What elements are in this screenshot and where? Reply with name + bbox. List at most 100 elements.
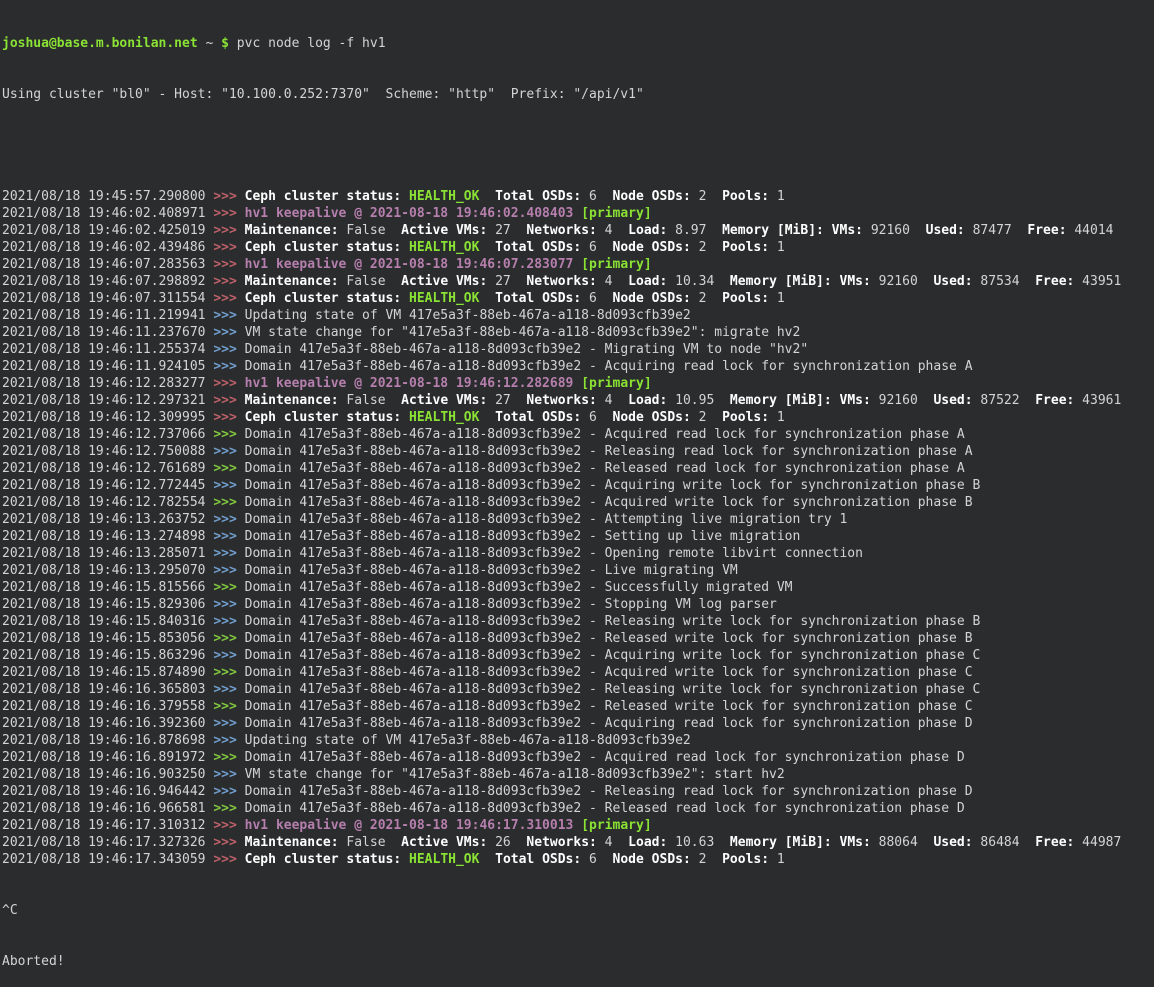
log-text-segment: [primary] xyxy=(581,257,651,272)
prompt-user-host: joshua@base.m.bonilan.net xyxy=(2,36,198,51)
log-text-segment: Node OSDs: xyxy=(597,240,691,255)
log-text-segment: Node OSDs: xyxy=(597,189,691,204)
log-text-segment: Node OSDs: xyxy=(597,852,691,867)
log-text-segment: 27 xyxy=(487,223,510,238)
cluster-info-text: Using cluster "bl0" - Host: "10.100.0.25… xyxy=(2,87,644,102)
log-text-segment: 10.95 xyxy=(667,393,714,408)
log-text-segment: 92160 xyxy=(863,223,910,238)
log-text-segment: Networks: xyxy=(511,835,597,850)
log-timestamp: 2021/08/18 19:46:16.903250 xyxy=(2,767,213,782)
log-text-segment: Networks: xyxy=(511,393,597,408)
log-text-segment: Domain 417e5a3f-88eb-467a-a118-8d093cfb3… xyxy=(245,512,848,527)
terminal-window: joshua@base.m.bonilan.net ~ $ pvc node l… xyxy=(0,0,1154,774)
log-marker-chevrons-icon: >>> xyxy=(213,665,244,680)
log-text-segment xyxy=(573,818,581,833)
log-text-segment: Node OSDs: xyxy=(597,410,691,425)
log-marker-chevrons-icon: >>> xyxy=(213,733,244,748)
log-marker-chevrons-icon: >>> xyxy=(213,223,244,238)
log-timestamp: 2021/08/18 19:46:16.966581 xyxy=(2,801,213,816)
log-text-segment: 1 xyxy=(769,410,785,425)
log-timestamp: 2021/08/18 19:46:11.237670 xyxy=(2,325,213,340)
log-text-segment: 1 xyxy=(769,189,785,204)
log-timestamp: 2021/08/18 19:46:12.761689 xyxy=(2,461,213,476)
log-line: 2021/08/18 19:46:02.408971 >>> hv1 keepa… xyxy=(2,205,1154,222)
log-text-segment: 2 xyxy=(691,291,707,306)
log-text-segment: 1 xyxy=(769,291,785,306)
log-text-segment: Used: xyxy=(918,274,973,289)
log-text-segment: Domain 417e5a3f-88eb-467a-a118-8d093cfb3… xyxy=(245,427,965,442)
log-marker-chevrons-icon: >>> xyxy=(213,835,244,850)
log-timestamp: 2021/08/18 19:46:15.874890 xyxy=(2,665,213,680)
log-marker-chevrons-icon: >>> xyxy=(213,291,244,306)
log-text-segment: 27 xyxy=(487,393,510,408)
log-text-segment: [primary] xyxy=(581,818,651,833)
interrupt-line: ^C xyxy=(2,902,1154,919)
log-timestamp: 2021/08/18 19:46:17.327326 xyxy=(2,835,213,850)
log-text-segment: Domain 417e5a3f-88eb-467a-a118-8d093cfb3… xyxy=(245,580,793,595)
log-line: 2021/08/18 19:46:12.737066 >>> Domain 41… xyxy=(2,426,1154,443)
log-marker-chevrons-icon: >>> xyxy=(213,376,244,391)
log-text-segment: [primary] xyxy=(581,206,651,221)
log-text-segment: Domain 417e5a3f-88eb-467a-a118-8d093cfb3… xyxy=(245,716,973,731)
log-marker-chevrons-icon: >>> xyxy=(213,206,244,221)
log-text-segment: Load: xyxy=(613,393,668,408)
log-timestamp: 2021/08/18 19:46:02.408971 xyxy=(2,206,213,221)
log-line: 2021/08/18 19:46:16.891972 >>> Domain 41… xyxy=(2,749,1154,766)
log-timestamp: 2021/08/18 19:46:13.295070 xyxy=(2,563,213,578)
log-text-segment: Maintenance: xyxy=(245,274,339,289)
log-line: 2021/08/18 19:45:57.290800 >>> Ceph clus… xyxy=(2,188,1154,205)
log-text-segment: hv1 keepalive @ 2021-08-18 19:46:17.3100… xyxy=(245,818,574,833)
log-line: 2021/08/18 19:46:13.285071 >>> Domain 41… xyxy=(2,545,1154,562)
log-line: 2021/08/18 19:46:02.439486 >>> Ceph clus… xyxy=(2,239,1154,256)
log-marker-chevrons-icon: >>> xyxy=(213,631,244,646)
log-text-segment: Ceph cluster status: xyxy=(245,410,402,425)
log-text-segment: hv1 keepalive @ 2021-08-18 19:46:07.2830… xyxy=(245,257,574,272)
log-text-segment: 43951 xyxy=(1074,274,1121,289)
log-text-segment: Total OSDs: xyxy=(479,189,581,204)
log-text-segment: 8.97 xyxy=(667,223,706,238)
log-text-segment: 10.34 xyxy=(667,274,714,289)
log-text-segment: VM state change for "417e5a3f-88eb-467a-… xyxy=(245,767,785,782)
log-marker-chevrons-icon: >>> xyxy=(213,767,244,782)
log-marker-chevrons-icon: >>> xyxy=(213,393,244,408)
log-text-segment: 4 xyxy=(597,274,613,289)
log-marker-chevrons-icon: >>> xyxy=(213,563,244,578)
log-text-segment: Maintenance: xyxy=(245,393,339,408)
log-text-segment: [primary] xyxy=(581,376,651,391)
log-text-segment: Networks: xyxy=(511,223,597,238)
log-line: 2021/08/18 19:46:11.924105 >>> Domain 41… xyxy=(2,358,1154,375)
log-text-segment: Memory [MiB]: VMs: xyxy=(714,393,871,408)
log-timestamp: 2021/08/18 19:46:15.829306 xyxy=(2,597,213,612)
log-text-segment: Active VMs: xyxy=(386,835,488,850)
log-timestamp: 2021/08/18 19:46:07.283563 xyxy=(2,257,213,272)
log-text-segment: 6 xyxy=(581,189,597,204)
log-line: 2021/08/18 19:46:15.840316 >>> Domain 41… xyxy=(2,613,1154,630)
log-timestamp: 2021/08/18 19:46:13.263752 xyxy=(2,512,213,527)
log-line: 2021/08/18 19:46:16.903250 >>> VM state … xyxy=(2,766,1154,783)
log-timestamp: 2021/08/18 19:46:13.274898 xyxy=(2,529,213,544)
log-line: 2021/08/18 19:46:07.283563 >>> hv1 keepa… xyxy=(2,256,1154,273)
log-line: 2021/08/18 19:46:12.782554 >>> Domain 41… xyxy=(2,494,1154,511)
log-text-segment: 43961 xyxy=(1074,393,1121,408)
log-text-segment: 27 xyxy=(487,274,510,289)
log-line: 2021/08/18 19:46:12.761689 >>> Domain 41… xyxy=(2,460,1154,477)
log-text-segment: Domain 417e5a3f-88eb-467a-a118-8d093cfb3… xyxy=(245,529,801,544)
log-marker-chevrons-icon: >>> xyxy=(213,750,244,765)
log-text-segment: Free: xyxy=(1012,223,1067,238)
log-text-segment: Active VMs: xyxy=(386,223,488,238)
log-marker-chevrons-icon: >>> xyxy=(213,682,244,697)
log-timestamp: 2021/08/18 19:46:17.310312 xyxy=(2,818,213,833)
log-text-segment: Domain 417e5a3f-88eb-467a-a118-8d093cfb3… xyxy=(245,648,981,663)
log-marker-chevrons-icon: >>> xyxy=(213,580,244,595)
log-line: 2021/08/18 19:46:02.425019 >>> Maintenan… xyxy=(2,222,1154,239)
log-text-segment: hv1 keepalive @ 2021-08-18 19:46:02.4084… xyxy=(245,206,574,221)
log-text-segment: 4 xyxy=(597,393,613,408)
log-text-segment: Domain 417e5a3f-88eb-467a-a118-8d093cfb3… xyxy=(245,597,777,612)
log-text-segment: Ceph cluster status: xyxy=(245,852,402,867)
log-timestamp: 2021/08/18 19:46:02.439486 xyxy=(2,240,213,255)
log-marker-chevrons-icon: >>> xyxy=(213,342,244,357)
log-timestamp: 2021/08/18 19:46:07.298892 xyxy=(2,274,213,289)
blank-line xyxy=(2,137,1154,154)
log-text-segment: 10.63 xyxy=(667,835,714,850)
log-text-segment: 87534 xyxy=(973,274,1020,289)
